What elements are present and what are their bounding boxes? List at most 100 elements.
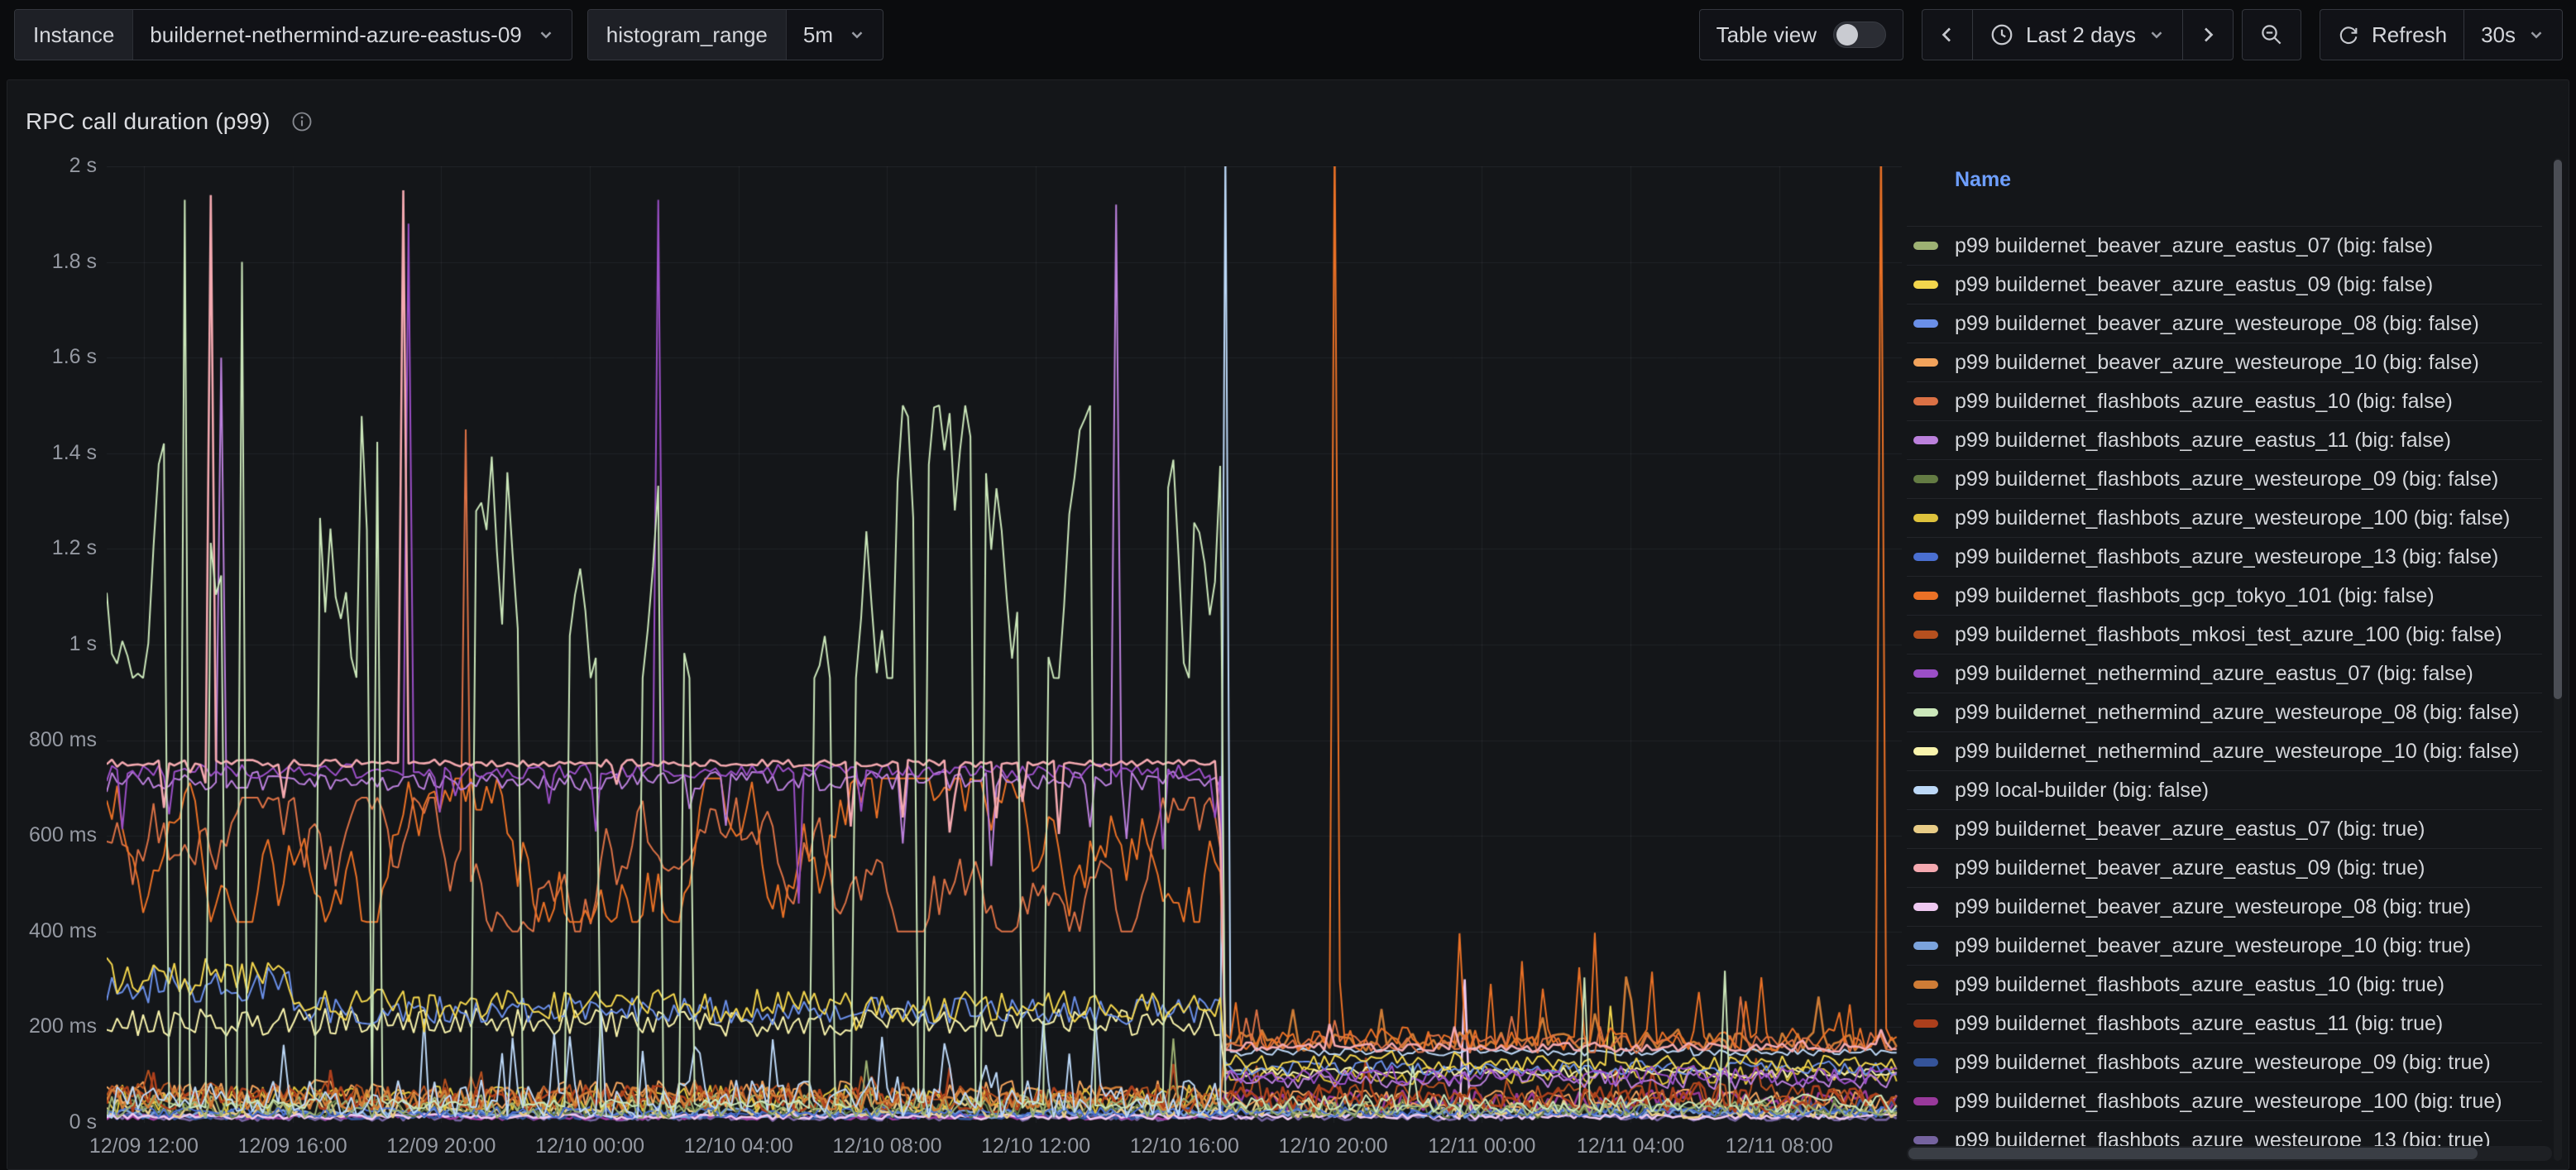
x-axis-tick-label: 12/10 12:00: [965, 1134, 1106, 1158]
legend-series-label: p99 buildernet_beaver_azure_westeurope_1…: [1955, 934, 2471, 958]
legend-series-swatch: [1913, 397, 1938, 405]
legend-item[interactable]: p99 buildernet_flashbots_azure_eastus_11…: [1907, 1004, 2542, 1043]
time-range-group: Last 2 days: [1922, 9, 2234, 60]
legend-item[interactable]: p99 buildernet_flashbots_azure_westeurop…: [1907, 537, 2542, 576]
y-axis-tick-label: 600 ms: [7, 823, 97, 847]
legend-series-swatch: [1913, 1136, 1938, 1144]
histogram-range-value: 5m: [803, 22, 833, 48]
legend-item[interactable]: p99 buildernet_flashbots_azure_eastus_10…: [1907, 381, 2542, 420]
refresh-interval-select[interactable]: 30s: [2463, 9, 2563, 60]
y-axis-tick-label: 1.4 s: [7, 441, 97, 465]
histogram-range-variable: histogram_range 5m: [587, 9, 883, 60]
time-shift-forward-button[interactable]: [2182, 9, 2234, 60]
timeseries-plot-canvas[interactable]: [107, 166, 1902, 1123]
legend-series-label: p99 buildernet_nethermind_azure_westeuro…: [1955, 740, 2519, 764]
legend-name-header[interactable]: Name: [1955, 168, 2011, 192]
legend-series-label: p99 buildernet_flashbots_azure_westeurop…: [1955, 1051, 2491, 1075]
legend-item[interactable]: p99 buildernet_beaver_azure_westeurope_1…: [1907, 926, 2542, 965]
legend-series-swatch: [1913, 669, 1938, 678]
legend-series-label: p99 buildernet_flashbots_mkosi_test_azur…: [1955, 623, 2502, 647]
legend-series-swatch: [1913, 436, 1938, 444]
legend-vertical-scrollbar-thumb[interactable]: [2554, 160, 2562, 699]
table-view-toggle[interactable]: [1833, 22, 1886, 48]
legend-series-label: p99 buildernet_nethermind_azure_eastus_0…: [1955, 662, 2473, 686]
instance-variable: Instance buildernet-nethermind-azure-eas…: [14, 9, 572, 60]
legend-item[interactable]: p99 buildernet_nethermind_azure_eastus_0…: [1907, 654, 2542, 693]
refresh-interval-value: 30s: [2481, 22, 2516, 48]
y-axis-tick-label: 200 ms: [7, 1014, 97, 1038]
legend-series-swatch: [1913, 631, 1938, 639]
x-axis-tick-label: 12/10 08:00: [816, 1134, 957, 1158]
instance-variable-select[interactable]: buildernet-nethermind-azure-eastus-09: [133, 10, 571, 60]
chevron-down-icon: [2527, 26, 2545, 44]
legend-item[interactable]: p99 buildernet_beaver_azure_westeurope_0…: [1907, 304, 2542, 343]
panel-header: RPC call duration (p99): [26, 108, 314, 135]
legend-series-label: p99 buildernet_beaver_azure_westeurope_1…: [1955, 351, 2479, 375]
histogram-range-label: histogram_range: [588, 10, 787, 60]
legend-series-label: p99 buildernet_flashbots_gcp_tokyo_101 (…: [1955, 584, 2435, 608]
legend-table: Name p99 buildernet_beaver_azure_eastus_…: [1907, 156, 2560, 1161]
legend-item[interactable]: p99 local-builder (big: false): [1907, 770, 2542, 809]
legend-series-label: p99 buildernet_flashbots_azure_eastus_11…: [1955, 429, 2451, 453]
legend-item[interactable]: p99 buildernet_beaver_azure_eastus_09 (b…: [1907, 848, 2542, 887]
x-axis-tick-label: 12/11 08:00: [1709, 1134, 1850, 1158]
legend-item[interactable]: p99 buildernet_flashbots_mkosi_test_azur…: [1907, 615, 2542, 654]
legend-item[interactable]: p99 buildernet_beaver_azure_eastus_07 (b…: [1907, 809, 2542, 848]
y-axis-tick-label: 400 ms: [7, 919, 97, 943]
zoom-out-button[interactable]: [2242, 9, 2301, 60]
x-axis-tick-label: 12/09 12:00: [74, 1134, 214, 1158]
legend-series-label: p99 buildernet_flashbots_azure_eastus_10…: [1955, 973, 2444, 997]
legend-item[interactable]: p99 buildernet_flashbots_azure_westeurop…: [1907, 459, 2542, 498]
legend-series-swatch: [1913, 981, 1938, 989]
legend-item[interactable]: p99 buildernet_beaver_azure_eastus_07 (b…: [1907, 226, 2542, 265]
legend-item[interactable]: p99 buildernet_flashbots_azure_eastus_10…: [1907, 965, 2542, 1004]
legend-series-label: p99 local-builder (big: false): [1955, 779, 2209, 803]
dashboard-toolbar: Instance buildernet-nethermind-azure-eas…: [0, 0, 2576, 71]
legend-item[interactable]: p99 buildernet_flashbots_azure_westeurop…: [1907, 1081, 2542, 1120]
time-shift-back-button[interactable]: [1922, 9, 1973, 60]
x-axis-tick-label: 12/11 04:00: [1560, 1134, 1701, 1158]
legend-series-label: p99 buildernet_flashbots_azure_westeurop…: [1955, 468, 2498, 491]
toggle-knob: [1836, 24, 1858, 46]
panel-title[interactable]: RPC call duration (p99): [26, 108, 271, 135]
refresh-button[interactable]: Refresh: [2320, 9, 2464, 60]
legend-series-swatch: [1913, 1019, 1938, 1028]
time-range-picker-button[interactable]: Last 2 days: [1972, 9, 2183, 60]
instance-variable-label: Instance: [15, 10, 133, 60]
legend-item[interactable]: p99 buildernet_beaver_azure_westeurope_1…: [1907, 343, 2542, 381]
info-icon[interactable]: [290, 110, 314, 133]
x-axis-tick-label: 12/10 00:00: [520, 1134, 660, 1158]
legend-series-label: p99 buildernet_flashbots_azure_westeurop…: [1955, 506, 2510, 530]
legend-series-swatch: [1913, 553, 1938, 561]
legend-item[interactable]: p99 buildernet_flashbots_azure_eastus_11…: [1907, 420, 2542, 459]
legend-series-swatch: [1913, 319, 1938, 328]
legend-item[interactable]: p99 buildernet_beaver_azure_eastus_09 (b…: [1907, 265, 2542, 304]
instance-variable-value: buildernet-nethermind-azure-eastus-09: [150, 22, 521, 48]
legend-series-label: p99 buildernet_nethermind_azure_westeuro…: [1955, 701, 2519, 725]
refresh-group: Refresh 30s: [2320, 9, 2563, 60]
histogram-range-select[interactable]: 5m: [787, 10, 883, 60]
legend-series-swatch: [1913, 358, 1938, 367]
legend-item[interactable]: p99 buildernet_nethermind_azure_westeuro…: [1907, 693, 2542, 731]
legend-item[interactable]: p99 buildernet_beaver_azure_westeurope_0…: [1907, 887, 2542, 926]
legend-series-label: p99 buildernet_beaver_azure_westeurope_0…: [1955, 895, 2471, 919]
chevron-down-icon: [848, 26, 866, 44]
legend-series-swatch: [1913, 942, 1938, 950]
chevron-down-icon: [2147, 26, 2166, 44]
chevron-left-icon: [1937, 25, 1957, 45]
legend-horizontal-scrollbar-thumb[interactable]: [1908, 1148, 2478, 1159]
x-axis-tick-label: 12/09 16:00: [223, 1134, 363, 1158]
legend-item[interactable]: p99 buildernet_flashbots_gcp_tokyo_101 (…: [1907, 576, 2542, 615]
y-axis-tick-label: 2 s: [7, 154, 97, 178]
y-axis-tick-label: 1.6 s: [7, 345, 97, 369]
legend-series-swatch: [1913, 242, 1938, 250]
legend-item[interactable]: p99 buildernet_flashbots_azure_westeurop…: [1907, 498, 2542, 537]
y-axis-tick-label: 1.2 s: [7, 536, 97, 560]
refresh-icon: [2337, 23, 2360, 46]
legend-series-label: p99 buildernet_flashbots_azure_eastus_11…: [1955, 1012, 2443, 1036]
x-axis-tick-label: 12/10 16:00: [1114, 1134, 1255, 1158]
legend-series-swatch: [1913, 1097, 1938, 1105]
legend-item[interactable]: p99 buildernet_nethermind_azure_westeuro…: [1907, 731, 2542, 770]
table-view-control: Table view: [1699, 9, 1903, 60]
legend-item[interactable]: p99 buildernet_flashbots_azure_westeurop…: [1907, 1043, 2542, 1081]
